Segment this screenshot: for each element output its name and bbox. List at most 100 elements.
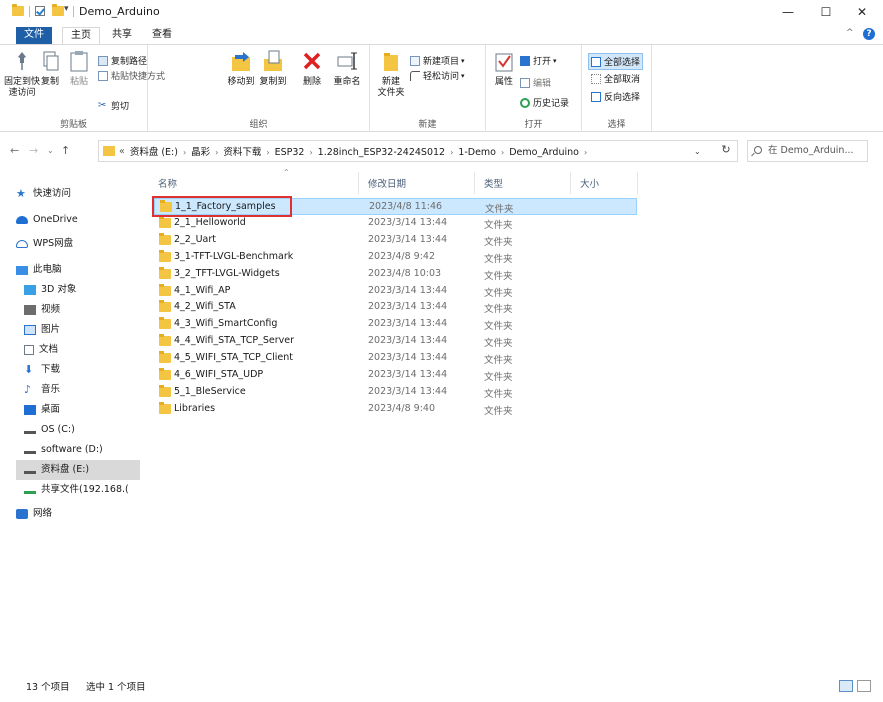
table-row[interactable]: 2_1_Helloworld 2023/3/14 13:44 文件夹 bbox=[154, 215, 637, 232]
minimize-button[interactable]: — bbox=[774, 3, 802, 21]
tab-file[interactable]: 文件 bbox=[16, 27, 52, 44]
wps-cloud-icon bbox=[16, 240, 28, 248]
new-folder-button[interactable]: 新建 文件夹 bbox=[374, 49, 408, 99]
column-header-date[interactable]: 修改日期 bbox=[368, 176, 406, 190]
large-icons-view-icon[interactable] bbox=[857, 680, 871, 692]
sidebar-item[interactable]: 3D 对象 bbox=[24, 280, 150, 300]
table-row[interactable]: 3_1-TFT-LVGL-Benchmark 2023/4/8 9:42 文件夹 bbox=[154, 249, 637, 266]
breadcrumb-chevron-icon[interactable]: › bbox=[309, 148, 312, 157]
recent-locations-icon[interactable]: ⌄ bbox=[47, 146, 54, 155]
breadcrumb-chevron-icon[interactable]: › bbox=[501, 148, 504, 157]
breadcrumb-item[interactable]: 晶彩 bbox=[191, 147, 210, 158]
quick-access-dropdown-icon[interactable]: ▾ bbox=[64, 4, 69, 14]
select-all-button[interactable]: 全部选择 bbox=[588, 53, 644, 70]
column-header-type[interactable]: 类型 bbox=[484, 176, 503, 190]
back-icon[interactable]: ← bbox=[10, 144, 19, 157]
column-header-size[interactable]: 大小 bbox=[580, 176, 599, 190]
sidebar-item[interactable]: 共享文件(192.168.( bbox=[24, 480, 150, 500]
new-item-button[interactable]: 新建项目 ▾ bbox=[410, 54, 465, 67]
tab-home[interactable]: 主页 bbox=[62, 27, 100, 44]
breadcrumb-item[interactable]: Demo_Arduino bbox=[509, 147, 579, 158]
table-row[interactable]: 2_2_Uart 2023/3/14 13:44 文件夹 bbox=[154, 232, 637, 249]
edit-button[interactable]: 编辑 bbox=[520, 76, 551, 89]
pin-quick-access-button[interactable]: 固定到快 速访问 bbox=[4, 49, 40, 99]
search-input[interactable]: 在 Demo_Arduin... bbox=[747, 140, 868, 162]
breadcrumb-item[interactable]: 资料下载 bbox=[223, 147, 261, 158]
file-date: 2023/4/8 9:40 bbox=[368, 402, 436, 414]
table-row[interactable]: Libraries 2023/4/8 9:40 文件夹 bbox=[154, 401, 637, 418]
breadcrumb-chevron-icon[interactable]: › bbox=[183, 148, 186, 157]
sidebar-item[interactable]: 此电脑 bbox=[16, 260, 142, 280]
invert-selection-button[interactable]: 反向选择 bbox=[591, 90, 640, 103]
sidebar-item[interactable]: software (D:) bbox=[24, 440, 150, 460]
easy-access-button[interactable]: 轻松访问 ▾ bbox=[410, 69, 465, 82]
sidebar-item[interactable]: 视频 bbox=[24, 300, 150, 320]
table-row[interactable]: 3_2_TFT-LVGL-Widgets 2023/4/8 10:03 文件夹 bbox=[154, 266, 637, 283]
sidebar-item[interactable]: 资料盘 (E:) bbox=[16, 460, 140, 480]
breadcrumb-chevron-icon[interactable]: › bbox=[450, 148, 453, 157]
rename-button[interactable]: 重命名 bbox=[330, 49, 364, 88]
open-button[interactable]: 打开 ▾ bbox=[520, 54, 557, 67]
table-row[interactable]: 4_1_Wifi_AP 2023/3/14 13:44 文件夹 bbox=[154, 283, 637, 300]
table-row[interactable]: 4_4_Wifi_STA_TCP_Server 2023/3/14 13:44 文件… bbox=[154, 333, 637, 350]
paste-button[interactable]: 粘贴 bbox=[64, 49, 94, 88]
sidebar-item-label: software (D:) bbox=[41, 444, 103, 455]
column-separator[interactable] bbox=[637, 172, 638, 194]
table-row[interactable]: 4_2_Wifi_STA 2023/3/14 13:44 文件夹 bbox=[154, 299, 637, 316]
copy-button[interactable]: 复制 bbox=[38, 49, 62, 88]
column-separator[interactable] bbox=[358, 172, 359, 194]
chevron-down-icon[interactable]: ⌄ bbox=[694, 147, 701, 156]
tab-share[interactable]: 共享 bbox=[104, 27, 140, 44]
table-row[interactable]: 4_3_Wifi_SmartConfig 2023/3/14 13:44 文件夹 bbox=[154, 316, 637, 333]
breadcrumb-chevron-icon[interactable]: › bbox=[584, 148, 587, 157]
table-row[interactable]: 5_1_BleService 2023/3/14 13:44 文件夹 bbox=[154, 384, 637, 401]
refresh-icon[interactable]: ↻ bbox=[716, 143, 736, 156]
sidebar-item[interactable]: 桌面 bbox=[24, 400, 150, 420]
table-row[interactable]: 4_6_WIFI_STA_UDP 2023/3/14 13:44 文件夹 bbox=[154, 367, 637, 384]
copy-to-button[interactable]: 复制到 bbox=[256, 49, 290, 88]
maximize-button[interactable]: ☐ bbox=[812, 3, 840, 21]
open-group: 属性 打开 ▾ 编辑 历史记录 打开 bbox=[486, 45, 582, 132]
breadcrumb-item[interactable]: 资料盘 (E:) bbox=[130, 147, 178, 158]
up-icon[interactable]: ↑ bbox=[61, 144, 70, 157]
properties-button[interactable]: 属性 bbox=[490, 49, 518, 88]
sidebar-item[interactable]: OneDrive bbox=[16, 210, 142, 230]
close-button[interactable]: ✕ bbox=[848, 3, 876, 21]
address-bar[interactable]: « 资料盘 (E:) › 晶彩 › 资料下载 › ESP32 › 1.28inch_ESP32-… bbox=[98, 140, 738, 162]
details-view-icon[interactable] bbox=[839, 680, 853, 692]
forward-icon[interactable]: → bbox=[29, 144, 38, 157]
column-separator[interactable] bbox=[474, 172, 475, 194]
copy-path-button[interactable]: 复制路径 bbox=[98, 54, 147, 67]
properties-quick-icon[interactable] bbox=[35, 6, 45, 16]
new-folder-label: 新建 文件夹 bbox=[377, 77, 405, 98]
sidebar-item[interactable]: ★ 快速访问 bbox=[16, 184, 142, 204]
cut-button[interactable]: ✂ 剪切 bbox=[98, 99, 129, 112]
help-icon[interactable]: ? bbox=[863, 28, 875, 40]
breadcrumb-item[interactable]: 1.28inch_ESP32-2424S012 bbox=[318, 147, 445, 158]
column-separator[interactable] bbox=[570, 172, 571, 194]
sidebar-item[interactable]: ♪ 音乐 bbox=[24, 380, 150, 400]
column-header-name[interactable]: 名称 bbox=[158, 176, 177, 190]
sidebar-item[interactable]: 网络 bbox=[16, 504, 142, 524]
history-button[interactable]: 历史记录 bbox=[520, 96, 569, 109]
sidebar-item[interactable]: OS (C:) bbox=[24, 420, 150, 440]
collapse-ribbon-icon[interactable]: ^ bbox=[846, 28, 854, 38]
cloud-icon bbox=[16, 216, 28, 224]
new-folder-quick-icon[interactable] bbox=[52, 4, 64, 16]
sidebar-item[interactable]: 图片 bbox=[24, 320, 150, 340]
breadcrumb-item[interactable]: 1-Demo bbox=[458, 147, 496, 158]
breadcrumb-item[interactable]: ESP32 bbox=[275, 147, 305, 158]
select-none-button[interactable]: 全部取消 bbox=[591, 72, 640, 85]
breadcrumb-overflow[interactable]: « bbox=[119, 146, 125, 157]
tab-view[interactable]: 查看 bbox=[144, 27, 180, 44]
table-row[interactable]: 4_5_WIFI_STA_TCP_Client 2023/3/14 13:44 文件… bbox=[154, 350, 637, 367]
breadcrumb-chevron-icon[interactable]: › bbox=[215, 148, 218, 157]
sidebar-item[interactable]: 文档 bbox=[24, 340, 150, 360]
breadcrumb-chevron-icon[interactable]: › bbox=[266, 148, 269, 157]
move-to-button[interactable]: 移动到 bbox=[224, 49, 258, 88]
delete-button[interactable]: 删除 bbox=[298, 49, 326, 88]
sidebar-item[interactable]: ⬇ 下载 bbox=[24, 360, 150, 380]
selected-count: 选中 1 个项目 bbox=[86, 682, 146, 693]
sidebar-item[interactable]: WPS网盘 bbox=[16, 234, 142, 254]
copy-path-label: 复制路径 bbox=[111, 57, 148, 67]
